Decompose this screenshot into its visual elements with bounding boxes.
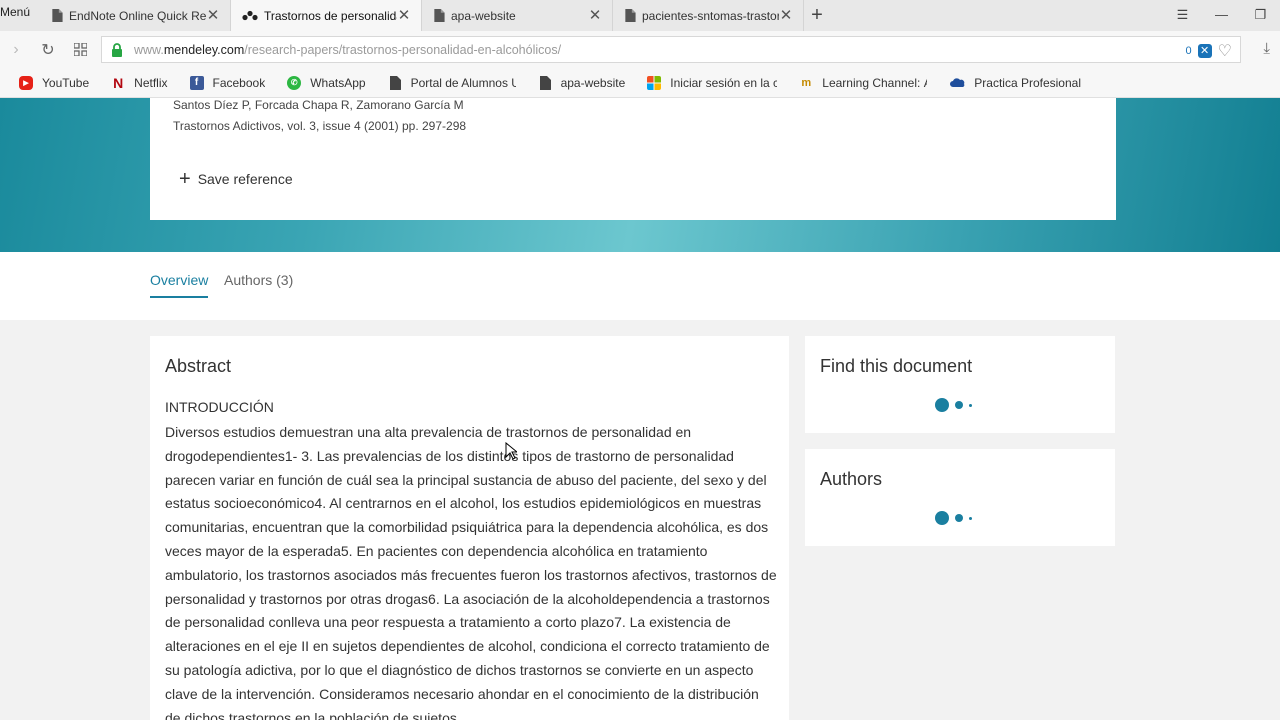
bookmark-netflix[interactable]: N Netflix	[111, 74, 167, 91]
tab-title: Trastornos de personalidad	[264, 8, 397, 23]
onedrive-icon	[950, 77, 965, 87]
tab-authors[interactable]: Authors (3)	[224, 272, 293, 298]
bookmark-whatsapp[interactable]: ✆ WhatsApp	[287, 75, 366, 90]
bookmark-portal-alumnos[interactable]: Portal de Alumnos U	[388, 75, 516, 90]
forward-icon[interactable]: ›	[0, 31, 32, 68]
loading-spinner-icon	[935, 398, 978, 412]
lock-icon	[112, 42, 122, 57]
document-icon	[52, 9, 63, 22]
speed-dial-icon[interactable]	[64, 31, 96, 68]
close-icon[interactable]: ✕	[206, 8, 220, 23]
abstract-body: Diversos estudios demuestran una alta pr…	[165, 424, 777, 720]
grid-icon	[73, 43, 87, 56]
browser-navigation-bar: › ↻ www. mendeley.com /research-papers/t…	[0, 31, 1280, 68]
tab-title: pacientes-sntomas-trastor	[642, 8, 779, 23]
mendeley-icon	[242, 10, 258, 21]
abstract-title: Abstract	[165, 356, 232, 376]
close-icon[interactable]: ✕	[397, 8, 411, 23]
facebook-icon: f	[189, 75, 204, 90]
bookmark-practica-profesional[interactable]: Practica Profesional	[949, 76, 1081, 90]
bookmark-apa-website[interactable]: apa-website	[538, 75, 625, 90]
abstract-card: Abstract INTRODUCCIÓN Diversos estudios …	[150, 336, 789, 720]
ad-blocker-icon[interactable]: ✕	[1197, 44, 1212, 58]
url-host: mendeley.com	[163, 42, 245, 57]
tab-overview[interactable]: Overview	[150, 272, 209, 298]
window-controls: ☰ — ❐	[1163, 0, 1280, 31]
reload-icon[interactable]: ↻	[32, 31, 64, 68]
document-icon	[389, 75, 401, 90]
document-icon	[434, 9, 445, 22]
find-document-title: Find this document	[820, 356, 973, 376]
reference-journal: Trastornos Adictivos, vol. 3, issue 4 (2…	[173, 119, 467, 133]
document-icon	[539, 75, 551, 90]
browser-tab-mendeley[interactable]: Trastornos de personalidad ✕	[231, 0, 422, 31]
browser-tab-apa[interactable]: apa-website ✕	[422, 0, 613, 31]
close-icon[interactable]: ✕	[779, 8, 793, 23]
heart-icon[interactable]: ♡	[1218, 41, 1232, 61]
browser-tab-pacientes[interactable]: pacientes-sntomas-trastor ✕	[613, 0, 804, 31]
document-icon	[625, 9, 636, 22]
restore-icon[interactable]: ❐	[1241, 0, 1280, 31]
close-icon[interactable]: ✕	[588, 8, 602, 23]
microsoft-icon	[647, 75, 662, 90]
browser-tab-bar: Menú EndNote Online Quick Ref ✕ Trastorn…	[0, 0, 1280, 31]
minimize-icon[interactable]: —	[1202, 0, 1241, 31]
mouse-cursor-icon	[505, 442, 517, 460]
abstract-section-heading: INTRODUCCIÓN	[165, 399, 274, 415]
url-path: /research-papers/trastornos-personalidad…	[244, 42, 562, 57]
bookmark-facebook[interactable]: f Facebook	[189, 75, 265, 90]
loading-spinner-icon	[935, 511, 978, 525]
new-tab-icon[interactable]: +	[804, 0, 830, 31]
address-bar[interactable]: www. mendeley.com /research-papers/trast…	[101, 36, 1241, 63]
ad-blocker-count: 0	[1185, 45, 1192, 57]
whatsapp-icon: ✆	[287, 75, 302, 90]
reference-authors: Santos Díez P, Forcada Chapa R, Zamorano…	[173, 98, 464, 112]
bookmarks-bar: ▶ YouTube N Netflix f Facebook ✆ WhatsAp…	[0, 68, 1280, 98]
bookmark-iniciar-sesion[interactable]: Iniciar sesión en la c	[647, 75, 777, 90]
authors-title: Authors	[820, 469, 883, 489]
authors-card: Authors	[805, 449, 1115, 546]
page-tabs: Overview Authors (3)	[0, 252, 1280, 320]
save-reference-label: Save reference	[197, 171, 293, 187]
plus-icon: +	[179, 168, 191, 190]
bookmark-youtube[interactable]: ▶ YouTube	[19, 75, 89, 90]
browser-tab-endnote[interactable]: EndNote Online Quick Ref ✕	[40, 0, 231, 31]
save-reference-button[interactable]: + Save reference	[179, 168, 293, 190]
tab-title: apa-website	[451, 8, 516, 23]
bookmark-learning-channel[interactable]: m Learning Channel: Á	[799, 76, 927, 90]
learning-channel-icon: m	[801, 76, 812, 89]
find-document-card: Find this document	[805, 336, 1115, 433]
netflix-icon: N	[113, 74, 124, 91]
tab-title: EndNote Online Quick Ref	[69, 8, 206, 23]
browser-menu-button[interactable]: Menú	[0, 0, 40, 31]
tab-list-icon[interactable]: ☰	[1163, 0, 1202, 31]
download-icon[interactable]: ⤓	[1263, 40, 1270, 57]
url-prefix: www.	[134, 42, 164, 57]
youtube-icon: ▶	[19, 75, 33, 90]
reference-card: Santos Díez P, Forcada Chapa R, Zamorano…	[150, 98, 1116, 220]
